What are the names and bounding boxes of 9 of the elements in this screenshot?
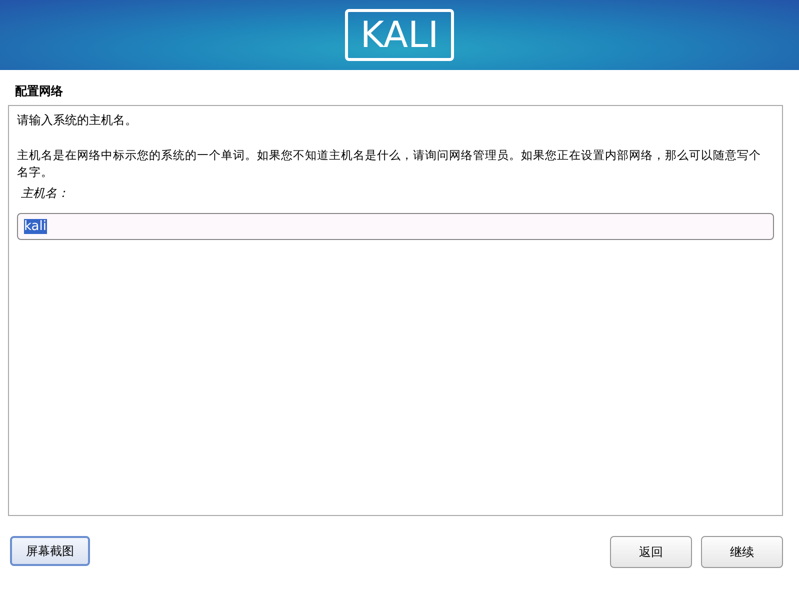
screenshot-button[interactable]: 屏幕截图 xyxy=(10,536,90,566)
hostname-field[interactable]: kali xyxy=(17,213,774,240)
prompt-text: 请输入系统的主机名。 xyxy=(17,113,137,127)
nav-button[interactable]: 返回 xyxy=(610,536,692,568)
nav-button[interactable]: 继续 xyxy=(701,536,783,568)
logo: KALI xyxy=(345,9,454,61)
field-label: 主机名： xyxy=(21,186,69,200)
page-title: 配置网络 xyxy=(15,84,63,98)
description-text: 主机名是在网络中标示您的系统的一个单词。如果您不知道主机名是什么，请询问网络管理员。如果您正在设置内部网络，那么可以随意写个名字。 xyxy=(17,147,762,181)
